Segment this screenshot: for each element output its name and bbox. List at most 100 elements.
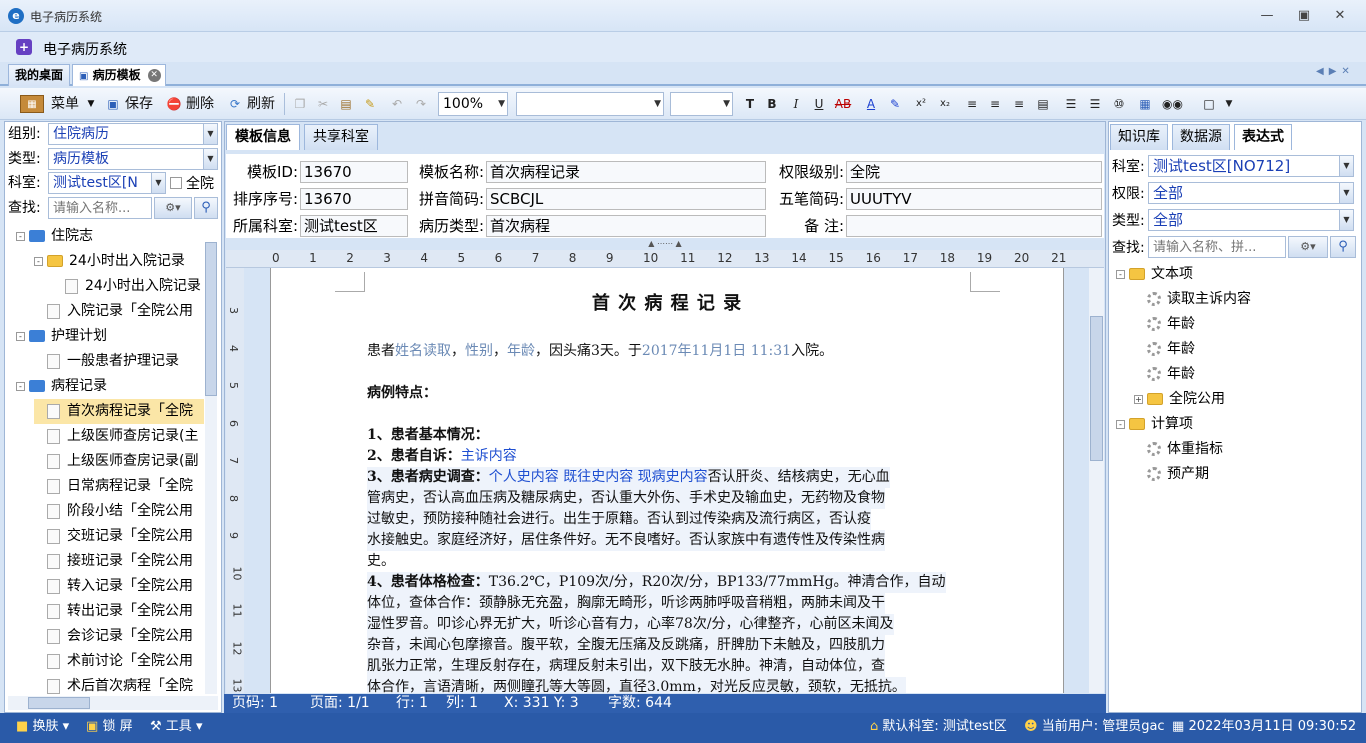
tab-my-desktop[interactable]: 我的桌面 bbox=[8, 64, 71, 86]
zoom-select[interactable]: 100% ▼ bbox=[438, 92, 508, 116]
collapse-icon[interactable]: - bbox=[16, 331, 25, 341]
note-field[interactable] bbox=[846, 215, 1102, 237]
date-field[interactable]: 2017年11月1日 11:31 bbox=[642, 343, 791, 359]
id-field[interactable]: 13670 bbox=[300, 161, 408, 183]
numbered-list-icon[interactable]: ☰ bbox=[1062, 95, 1080, 113]
tree-item[interactable]: 读取主诉内容 bbox=[1134, 287, 1356, 312]
tree-item[interactable]: 会诊记录「全院公用 bbox=[34, 624, 204, 649]
tree-item[interactable]: 转入记录「全院公用 bbox=[34, 574, 204, 599]
save-button[interactable]: 保存 bbox=[122, 92, 156, 116]
bold-icon[interactable]: B bbox=[763, 95, 781, 113]
font-size-select[interactable]: ▼ bbox=[670, 92, 733, 116]
tree-item[interactable]: 年龄 bbox=[1134, 337, 1356, 362]
scroll-thumb[interactable] bbox=[205, 242, 217, 396]
perm-field[interactable]: 全院 bbox=[846, 161, 1102, 183]
bullet-list-icon[interactable]: ☰ bbox=[1086, 95, 1104, 113]
tree-item[interactable]: 阶段小结「全院公用 bbox=[34, 499, 204, 524]
tree-item[interactable]: 预产期 bbox=[1134, 462, 1356, 487]
refresh-button[interactable]: 刷新 bbox=[244, 92, 278, 116]
font-size-icon[interactable]: T bbox=[741, 95, 759, 113]
tree-item[interactable]: 入院记录「全院公用 bbox=[34, 299, 204, 324]
name-field[interactable]: 姓名读取 bbox=[395, 343, 451, 359]
pinyin-field[interactable]: SCBCJL bbox=[486, 188, 766, 210]
type-select[interactable]: 病历模板 ▼ bbox=[48, 148, 218, 170]
chevron-down-icon[interactable]: ▼ bbox=[1220, 95, 1238, 113]
find-icon[interactable]: ◉◉ bbox=[1162, 95, 1183, 113]
format-painter-icon[interactable]: ✎ bbox=[361, 95, 379, 113]
maximize-icon[interactable]: ▣ bbox=[1293, 7, 1315, 25]
superscript-icon[interactable]: x² bbox=[912, 95, 930, 113]
tree-item[interactable]: - 病程记录 bbox=[16, 374, 204, 399]
tree-item[interactable]: - 文本项 bbox=[1116, 262, 1356, 287]
undo-icon[interactable]: ↶ bbox=[388, 95, 406, 113]
tree-item[interactable]: 术后首次病程「全院 bbox=[34, 674, 204, 694]
underline-icon[interactable]: U bbox=[810, 95, 828, 113]
dept-select[interactable]: 测试test区[N ▼ bbox=[48, 172, 166, 194]
tree-item[interactable]: 24小时出入院记录 bbox=[52, 274, 204, 299]
scroll-thumb[interactable] bbox=[28, 697, 90, 709]
tree-vscrollbar[interactable] bbox=[205, 242, 217, 694]
align-left-icon[interactable]: ≡ bbox=[963, 95, 981, 113]
app-menu-icon[interactable]: + bbox=[16, 39, 32, 55]
record-type-field[interactable]: 首次病程 bbox=[486, 215, 766, 237]
sex-field[interactable]: 性别 bbox=[465, 343, 493, 359]
search-input[interactable] bbox=[48, 197, 152, 219]
collapse-icon[interactable]: - bbox=[1116, 419, 1125, 429]
all-hospital-checkbox[interactable] bbox=[170, 177, 182, 189]
menu-button[interactable]: 菜单 bbox=[48, 92, 82, 116]
tree-item[interactable]: + 全院公用 bbox=[1134, 387, 1356, 412]
search-button[interactable]: ⚲ bbox=[194, 197, 218, 219]
font-color-icon[interactable]: A bbox=[862, 95, 880, 113]
dept-select[interactable]: 测试test区[NO712] ▼ bbox=[1148, 155, 1354, 177]
tab-shared-depts[interactable]: 共享科室 bbox=[304, 124, 378, 150]
age-field[interactable]: 年龄 bbox=[507, 343, 535, 359]
tab-nav-arrows-icon[interactable]: ◀▶✕ bbox=[1316, 66, 1355, 77]
tree-item[interactable]: 一般患者护理记录 bbox=[34, 349, 204, 374]
cut-icon[interactable]: ✂ bbox=[314, 95, 332, 113]
search-input[interactable] bbox=[1148, 236, 1286, 258]
tree-item[interactable]: 年龄 bbox=[1134, 312, 1356, 337]
search-options-button[interactable]: ⚙▾ bbox=[154, 197, 192, 219]
collapse-icon[interactable]: - bbox=[34, 256, 43, 266]
tree-item[interactable]: - 24小时出入院记录 bbox=[34, 249, 204, 274]
redo-icon[interactable]: ↷ bbox=[412, 95, 430, 113]
name-field[interactable]: 首次病程记录 bbox=[486, 161, 766, 183]
strikethrough-icon[interactable]: AB bbox=[834, 95, 852, 113]
history-field[interactable]: 个人史内容 既往史内容 现病史内容 bbox=[489, 469, 708, 485]
skin-button[interactable]: ■ 换肤 ▾ bbox=[16, 715, 69, 739]
align-center-icon[interactable]: ≡ bbox=[986, 95, 1004, 113]
tree-item[interactable]: - 护理计划 bbox=[16, 324, 204, 349]
tree-item[interactable]: 交班记录「全院公用 bbox=[34, 524, 204, 549]
order-field[interactable]: 13670 bbox=[300, 188, 408, 210]
group-select[interactable]: 住院病历 ▼ bbox=[48, 123, 218, 145]
justify-icon[interactable]: ▤ bbox=[1034, 95, 1052, 113]
delete-button[interactable]: 删除 bbox=[183, 92, 217, 116]
expand-icon[interactable]: + bbox=[1134, 394, 1143, 404]
tab-template[interactable]: ▣ 病历模板 ✕ bbox=[72, 64, 166, 86]
collapse-icon[interactable]: - bbox=[16, 381, 25, 391]
tree-item[interactable]: 转出记录「全院公用 bbox=[34, 599, 204, 624]
tree-item[interactable]: 体重指标 bbox=[1134, 437, 1356, 462]
search-options-button[interactable]: ⚙▾ bbox=[1288, 236, 1328, 258]
perm-select[interactable]: 全部 ▼ bbox=[1148, 182, 1354, 204]
special-char-icon[interactable]: ⑩ bbox=[1110, 95, 1128, 113]
table-icon[interactable]: ▦ bbox=[1136, 95, 1154, 113]
search-button[interactable]: ⚲ bbox=[1330, 236, 1356, 258]
tab-template-info[interactable]: 模板信息 bbox=[226, 124, 300, 150]
document-vscrollbar[interactable] bbox=[1089, 268, 1104, 693]
tree-item[interactable]: 日常病程记录「全院 bbox=[34, 474, 204, 499]
collapse-icon[interactable]: - bbox=[1116, 269, 1125, 279]
minimize-icon[interactable]: — bbox=[1256, 7, 1278, 25]
border-icon[interactable]: □ bbox=[1200, 95, 1218, 113]
lock-screen-button[interactable]: ▣ 锁 屏 bbox=[86, 715, 133, 739]
tree-item[interactable]: 接班记录「全院公用 bbox=[34, 549, 204, 574]
tree-item[interactable]: 首次病程记录「全院 bbox=[34, 399, 204, 424]
subscript-icon[interactable]: x₂ bbox=[936, 95, 954, 113]
tree-hscrollbar[interactable] bbox=[8, 696, 218, 710]
splitter-handle[interactable]: ▲ ⋯⋯ ▲ bbox=[226, 239, 1104, 249]
tree-item[interactable]: - 计算项 bbox=[1116, 412, 1356, 437]
chief-complaint-field[interactable]: 主诉内容 bbox=[461, 448, 517, 464]
paste-icon[interactable]: ▤ bbox=[337, 95, 355, 113]
tab-data-source[interactable]: 数据源 bbox=[1172, 124, 1230, 150]
highlight-icon[interactable]: ✎ bbox=[886, 95, 904, 113]
